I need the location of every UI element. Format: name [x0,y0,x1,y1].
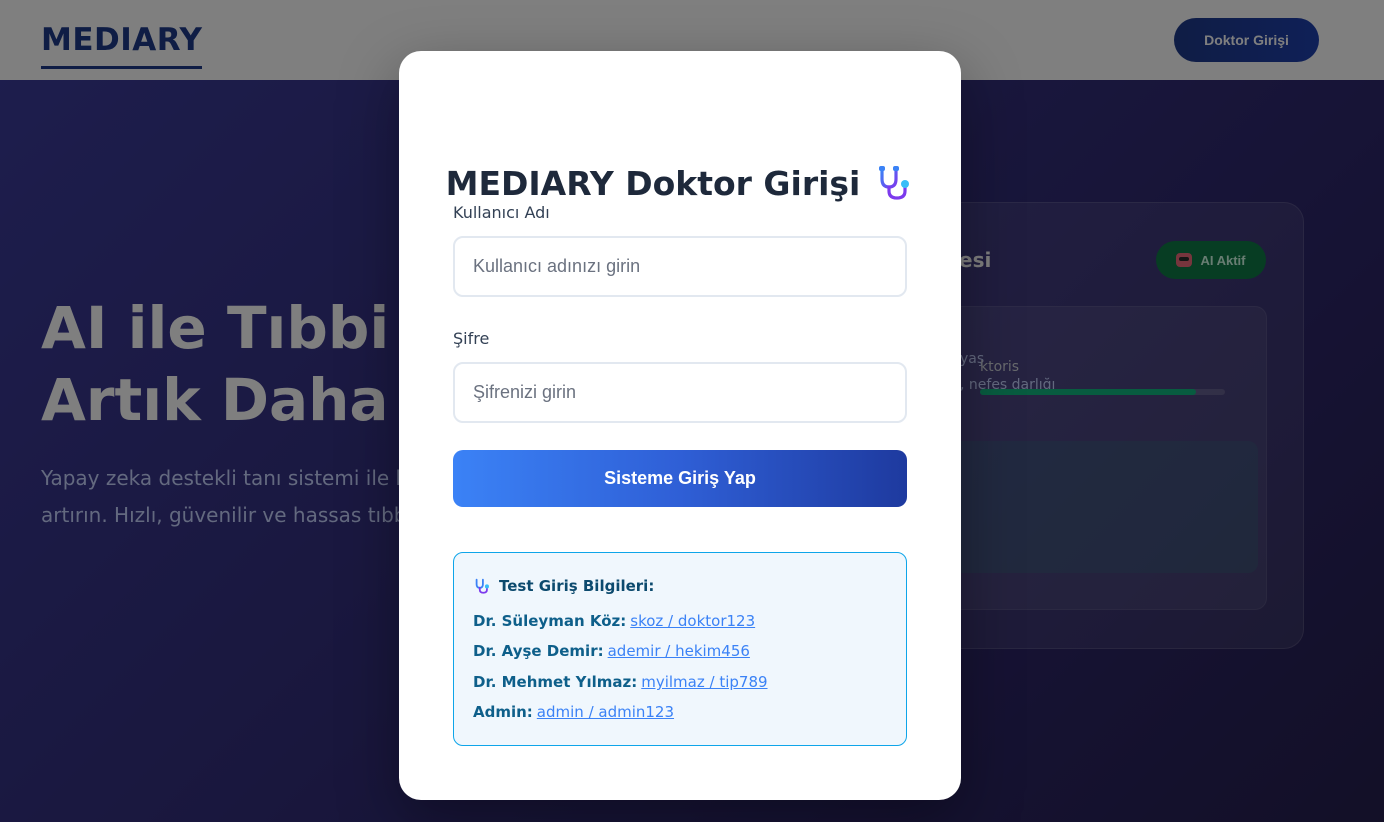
credential-name: Dr. Süleyman Köz: [473,612,627,630]
credential-link[interactable]: ademir / hekim456 [608,642,750,660]
credential-name: Dr. Ayşe Demir: [473,642,604,660]
credential-link[interactable]: skoz / doktor123 [630,612,755,630]
credential-row: Dr. Süleyman Köz: skoz / doktor123 [473,612,755,630]
test-credentials-title: Test Giriş Bilgileri: [473,577,654,595]
test-credentials-title-text: Test Giriş Bilgileri: [499,577,655,595]
credential-name: Dr. Mehmet Yılmaz: [473,673,638,691]
modal-title-text: MEDIARY Doktor Girişi [445,163,861,203]
test-credentials-box: Test Giriş Bilgileri: Dr. Süleyman Köz: s… [453,552,907,746]
stethoscope-icon [879,166,910,200]
username-label: Kullanıcı Adı [453,203,550,222]
modal-title: MEDIARY Doktor Girişi [399,163,961,203]
credential-name: Admin: [473,703,533,721]
credential-row: Admin: admin / admin123 [473,703,674,721]
password-label: Şifre [453,329,490,348]
credential-row: Dr. Mehmet Yılmaz: myilmaz / tip789 [473,673,768,691]
login-submit-button[interactable]: Sisteme Giriş Yap [453,450,907,507]
stethoscope-icon [475,578,489,594]
username-input[interactable] [453,236,907,297]
login-modal: MEDIARY Doktor Girişi Kullanıcı Adı Şifr… [399,51,961,800]
credential-link[interactable]: admin / admin123 [537,703,674,721]
credential-link[interactable]: myilmaz / tip789 [641,673,767,691]
credential-row: Dr. Ayşe Demir: ademir / hekim456 [473,642,750,660]
password-input[interactable] [453,362,907,423]
